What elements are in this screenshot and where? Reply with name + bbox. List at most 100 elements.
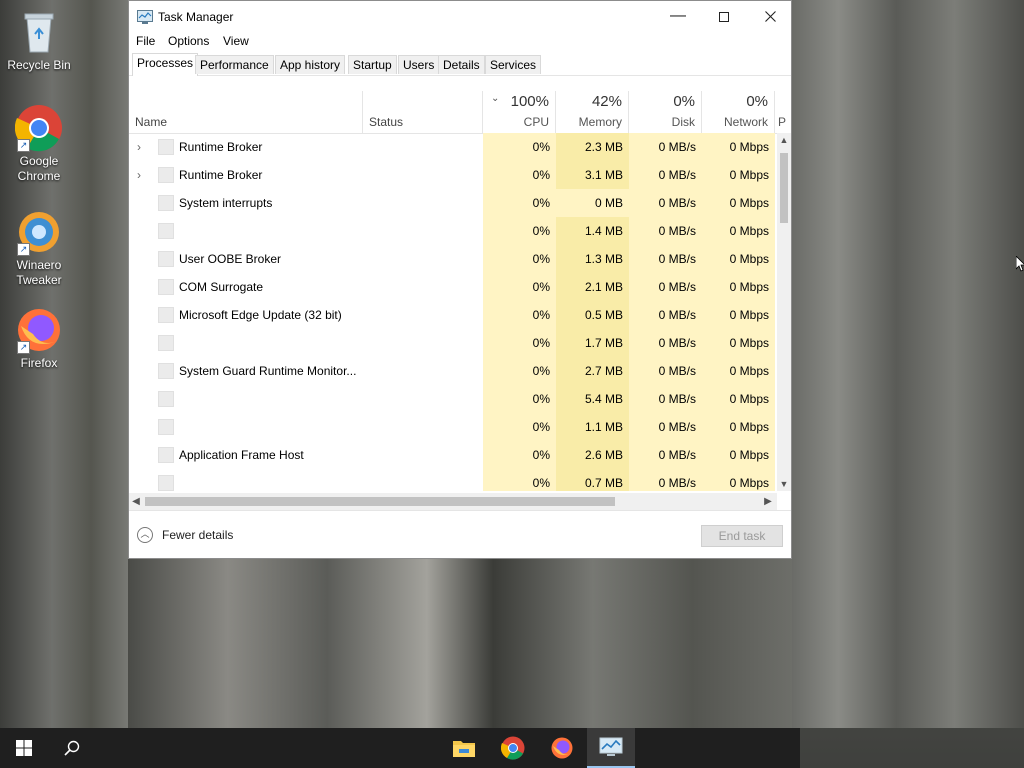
desktop-icon-google-chrome[interactable]: ↗ Google Chrome	[1, 104, 77, 184]
scroll-thumb[interactable]	[780, 153, 788, 223]
process-name: Application Frame Host	[179, 448, 304, 462]
column-header-status[interactable]: Status	[363, 91, 483, 133]
taskbar-firefox[interactable]	[538, 728, 586, 768]
table-row[interactable]: 0% 5.4 MB 0 MB/s 0 Mbps	[129, 385, 777, 413]
chrome-icon	[501, 736, 525, 760]
taskbar-task-manager[interactable]	[587, 728, 635, 768]
column-percent: 100%	[510, 93, 549, 110]
minimize-button[interactable]: —	[655, 1, 701, 33]
column-header-memory[interactable]: 42% Memory	[556, 91, 629, 133]
end-task-button[interactable]: End task	[701, 525, 783, 547]
memory-cell: 2.7 MB	[556, 357, 629, 385]
table-row[interactable]: System Guard Runtime Monitor... 0% 2.7 MB 0…	[129, 357, 777, 385]
column-label: CPU	[523, 115, 549, 129]
column-label: Disk	[671, 115, 695, 129]
expand-chevron-icon[interactable]: ›	[137, 161, 147, 189]
network-cell: 0 Mbps	[702, 301, 775, 329]
mouse-cursor	[1015, 255, 1024, 275]
desktop-icon-recycle-bin[interactable]: Recycle Bin	[1, 8, 77, 73]
table-row[interactable]: User OOBE Broker 0% 1.3 MB 0 MB/s 0 Mbps	[129, 245, 777, 273]
tab-details[interactable]: Details	[438, 55, 485, 74]
shortcut-arrow-icon: ↗	[17, 139, 30, 152]
expand-chevron-icon[interactable]: ›	[137, 133, 147, 161]
fewer-details-link[interactable]: Fewer details	[162, 528, 233, 542]
table-row[interactable]: System interrupts 0% 0 MB 0 MB/s 0 Mbps	[129, 189, 777, 217]
table-row[interactable]: 0% 1.4 MB 0 MB/s 0 Mbps	[129, 217, 777, 245]
tab-app-history[interactable]: App history	[275, 55, 346, 74]
process-name-cell: System Guard Runtime Monitor...	[129, 357, 363, 385]
disk-cell: 0 MB/s	[629, 161, 702, 189]
taskbar-file-explorer[interactable]	[440, 728, 488, 768]
disk-cell: 0 MB/s	[629, 217, 702, 245]
start-button[interactable]	[0, 728, 48, 768]
desktop-icon-winaero-tweaker[interactable]: ↗ Winaero Tweaker	[1, 208, 77, 288]
network-cell: 0 Mbps	[702, 133, 775, 161]
firefox-icon	[551, 737, 573, 759]
network-cell: 0 Mbps	[702, 385, 775, 413]
table-row[interactable]: COM Surrogate 0% 2.1 MB 0 MB/s 0 Mbps	[129, 273, 777, 301]
memory-cell: 0.7 MB	[556, 469, 629, 491]
column-header-disk[interactable]: 0% Disk	[629, 91, 702, 133]
process-icon	[158, 391, 174, 407]
disk-cell: 0 MB/s	[629, 441, 702, 469]
column-header-power[interactable]: P	[775, 91, 791, 133]
scroll-down-icon[interactable]: ▼	[777, 479, 791, 489]
memory-cell: 1.1 MB	[556, 413, 629, 441]
table-row[interactable]: › Runtime Broker 0% 3.1 MB 0 MB/s 0 Mbps	[129, 161, 777, 189]
process-icon	[158, 475, 174, 491]
taskbar-chrome[interactable]	[489, 728, 537, 768]
task-manager-icon	[137, 10, 153, 24]
scroll-left-icon[interactable]: ◀	[129, 493, 143, 510]
tab-performance[interactable]: Performance	[195, 55, 274, 74]
table-row[interactable]: Microsoft Edge Update (32 bit) 0% 0.5 MB 0 …	[129, 301, 777, 329]
scroll-right-icon[interactable]: ▶	[761, 493, 775, 510]
search-button[interactable]	[48, 728, 96, 768]
menu-file[interactable]: File	[136, 34, 155, 48]
vertical-scrollbar[interactable]: ▲ ▼	[777, 133, 791, 491]
disk-cell: 0 MB/s	[629, 301, 702, 329]
process-name-cell	[129, 329, 363, 357]
column-header-name[interactable]: Name	[129, 91, 363, 133]
task-manager-icon	[599, 737, 623, 756]
tab-startup[interactable]: Startup	[348, 55, 397, 74]
table-row[interactable]: › Runtime Broker 0% 2.3 MB 0 MB/s 0 Mbps	[129, 133, 777, 161]
title-bar[interactable]: Task Manager —	[129, 1, 791, 33]
horizontal-scrollbar[interactable]: ◀ ▶	[129, 493, 777, 510]
tab-processes[interactable]: Processes	[132, 53, 199, 76]
tab-services[interactable]: Services	[485, 55, 542, 74]
disk-cell: 0 MB/s	[629, 273, 702, 301]
menu-options[interactable]: Options	[168, 34, 209, 48]
cpu-cell: 0%	[483, 273, 556, 301]
column-header-network[interactable]: 0% Network	[702, 91, 775, 133]
table-row[interactable]: 0% 0.7 MB 0 MB/s 0 Mbps	[129, 469, 777, 491]
column-label: P	[778, 115, 787, 129]
column-label: Name	[135, 115, 168, 129]
menu-view[interactable]: View	[223, 34, 249, 48]
cpu-cell: 0%	[483, 189, 556, 217]
start-icon	[16, 740, 32, 756]
tab-users[interactable]: Users	[398, 55, 440, 74]
cpu-cell: 0%	[483, 385, 556, 413]
firefox-icon: ↗	[15, 306, 63, 354]
scroll-up-icon[interactable]: ▲	[777, 135, 791, 145]
cpu-cell: 0%	[483, 469, 556, 491]
process-icon	[158, 279, 174, 295]
process-name: System interrupts	[179, 196, 273, 210]
process-icon	[158, 195, 174, 211]
disk-cell: 0 MB/s	[629, 469, 702, 491]
disk-cell: 0 MB/s	[629, 329, 702, 357]
close-button[interactable]	[747, 1, 793, 33]
table-row[interactable]: 0% 1.1 MB 0 MB/s 0 Mbps	[129, 413, 777, 441]
scroll-thumb[interactable]	[145, 497, 615, 506]
table-row[interactable]: Application Frame Host 0% 2.6 MB 0 MB/s 0 Mb…	[129, 441, 777, 469]
desktop-icon-firefox[interactable]: ↗ Firefox	[1, 306, 77, 371]
table-row[interactable]: 0% 1.7 MB 0 MB/s 0 Mbps	[129, 329, 777, 357]
column-header-cpu[interactable]: ⌄ 100% CPU	[483, 91, 556, 133]
memory-cell: 1.3 MB	[556, 245, 629, 273]
process-icon	[158, 167, 174, 183]
process-name-cell: Application Frame Host	[129, 441, 363, 469]
maximize-button[interactable]	[701, 1, 747, 33]
chevron-up-icon[interactable]: ︿	[137, 527, 153, 543]
network-cell: 0 Mbps	[702, 413, 775, 441]
process-icon	[158, 251, 174, 267]
